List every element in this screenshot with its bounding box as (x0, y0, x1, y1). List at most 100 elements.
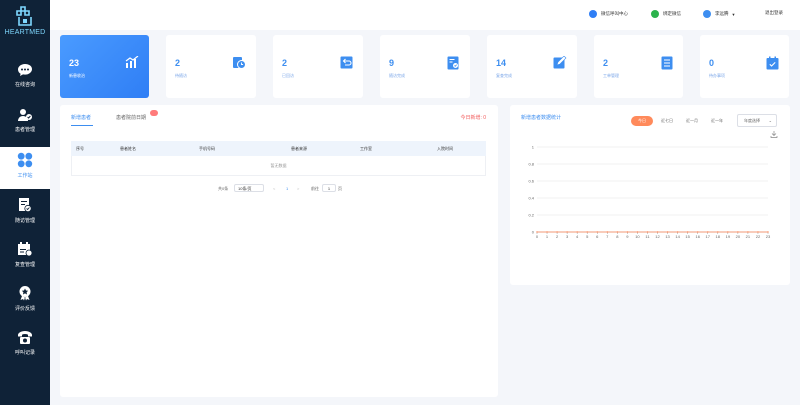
service-center-label: 微信呼叫中心 (601, 11, 628, 16)
data-point (686, 231, 689, 233)
x-tick-label: 1 (546, 234, 549, 239)
x-tick-label: 17 (706, 234, 711, 239)
sidebar-item-label: 评价反馈 (14, 306, 35, 312)
data-point (556, 231, 558, 233)
sidebar-item-label: 随访管理 (14, 218, 35, 224)
sidebar-item-label: 呼叫记录 (14, 350, 35, 356)
segment-today[interactable]: 今日 (631, 116, 653, 126)
edit-icon (553, 56, 567, 69)
sidebar-item-workstation[interactable]: 工作站 (0, 147, 50, 189)
stat-card-work-orders[interactable]: 2 工单管理 (594, 35, 683, 98)
logo-mark-icon (16, 6, 32, 26)
chart-title: 新增患者数据统计 (521, 115, 562, 121)
data-point (596, 231, 598, 233)
stat-card-number: 2 (175, 58, 181, 68)
stat-card-followup-done[interactable]: 9 随访完成 (380, 35, 470, 98)
stat-card-todo[interactable]: 0 待办事项 (700, 35, 789, 98)
data-point (747, 231, 749, 233)
phone-icon (589, 10, 597, 18)
goto-page-input[interactable]: 1 (322, 184, 336, 192)
y-tick-label: 0.4 (528, 196, 534, 201)
logout-label: 退出登录 (765, 10, 783, 15)
stat-card-label: 随访完成 (389, 73, 405, 78)
x-tick-label: 13 (665, 234, 670, 239)
topbar: 微信呼叫中心 绑定微信 李远腾 ▼ 退出登录 (50, 0, 800, 30)
sidebar-item-recheck[interactable]: 复查管理 (0, 236, 50, 278)
column-header: 手机号码 (199, 146, 215, 151)
year-select-value: 年度选择 (744, 118, 760, 123)
tab-underline (71, 125, 93, 126)
x-tick-label: 10 (635, 234, 640, 239)
data-point (727, 231, 729, 233)
x-tick-label: 23 (766, 234, 771, 239)
x-tick-label: 7 (606, 234, 609, 239)
stat-card-label: 工单管理 (603, 73, 619, 78)
sidebar-item-followup[interactable]: 随访管理 (0, 192, 50, 234)
segment-year[interactable]: 近一年 (706, 116, 728, 126)
user-name: 李远腾 (715, 11, 729, 16)
logout-link[interactable]: 退出登录 (765, 10, 783, 16)
wechat-icon (651, 10, 659, 18)
recheck-icon (18, 242, 33, 257)
data-point (616, 231, 619, 233)
sidebar-item-consult[interactable]: 在线咨询 (0, 58, 50, 100)
stat-card-new-patients[interactable]: 23 新患收治 (60, 35, 149, 98)
table-header: 序号 患者姓名 手机号码 患者来源 工作室 入院时间 (71, 141, 486, 156)
x-tick-label: 4 (576, 234, 579, 239)
chevron-down-icon: ▼ (731, 11, 736, 17)
download-icon[interactable] (770, 131, 778, 138)
segment-week[interactable]: 近七日 (656, 116, 678, 126)
stat-card-number: 2 (603, 58, 609, 68)
sidebar-item-calls[interactable]: 呼叫记录 (0, 325, 50, 367)
chevron-down-icon: ⌄ (768, 118, 772, 123)
x-tick-label: 12 (655, 234, 660, 239)
followup-icon (19, 198, 32, 213)
stat-card-label: 新患收治 (69, 73, 85, 78)
page-size-select[interactable]: 10条/页 (234, 184, 264, 192)
stat-card-returned[interactable]: 2 已回访 (273, 35, 363, 98)
stat-card-label: 复查完成 (496, 73, 512, 78)
stat-card-recheck-done[interactable]: 14 复查完成 (487, 35, 577, 98)
sidebar-item-feedback[interactable]: 评价反馈 (0, 280, 50, 322)
x-tick-label: 22 (756, 234, 761, 239)
x-tick-label: 18 (716, 234, 721, 239)
service-center-link[interactable]: 微信呼叫中心 (589, 10, 628, 18)
user-menu[interactable]: 李远腾 ▼ (703, 10, 735, 18)
x-tick-label: 15 (685, 234, 690, 239)
wechat-link[interactable]: 绑定微信 (651, 10, 681, 18)
sidebar-item-label: 复查管理 (14, 262, 35, 268)
stat-card-pending-followup[interactable]: 2 待随访 (166, 35, 256, 98)
data-point (576, 231, 578, 233)
return-icon (340, 56, 353, 69)
year-select[interactable]: 年度选择 ⌄ (737, 114, 777, 127)
prev-page-button[interactable]: < (273, 186, 275, 191)
data-point (676, 231, 679, 233)
stat-card-label: 待随访 (175, 73, 187, 78)
segment-month[interactable]: 近一月 (681, 116, 703, 126)
workstation-icon (17, 152, 33, 168)
data-point (626, 231, 629, 233)
next-page-button[interactable]: > (297, 186, 299, 191)
page-number-current[interactable]: 1 (286, 186, 288, 191)
user-avatar-icon (703, 10, 711, 18)
page-size-value: 10条/页 (238, 186, 252, 191)
tab-admission-date[interactable]: 患者院前日期 (116, 114, 146, 121)
chat-icon (18, 64, 32, 76)
data-point (546, 231, 548, 233)
column-header: 患者来源 (291, 146, 307, 151)
x-tick-label: 3 (566, 234, 569, 239)
stat-card-number: 0 (709, 58, 715, 68)
data-point (636, 231, 639, 233)
sidebar-item-patients[interactable]: 患者管理 (0, 103, 50, 145)
x-tick-label: 9 (626, 234, 629, 239)
data-point (696, 231, 699, 233)
x-tick-label: 6 (596, 234, 599, 239)
tab-new-patients[interactable]: 新增患者 (71, 114, 91, 121)
data-point (717, 231, 719, 233)
calendar-icon (766, 56, 779, 70)
logo: HEARTMED (0, 6, 50, 46)
x-tick-label: 2 (556, 234, 559, 239)
logo-text: HEARTMED (4, 29, 46, 36)
x-tick-label: 16 (695, 234, 700, 239)
today-new-count: 今日新增: 0 (460, 115, 486, 121)
